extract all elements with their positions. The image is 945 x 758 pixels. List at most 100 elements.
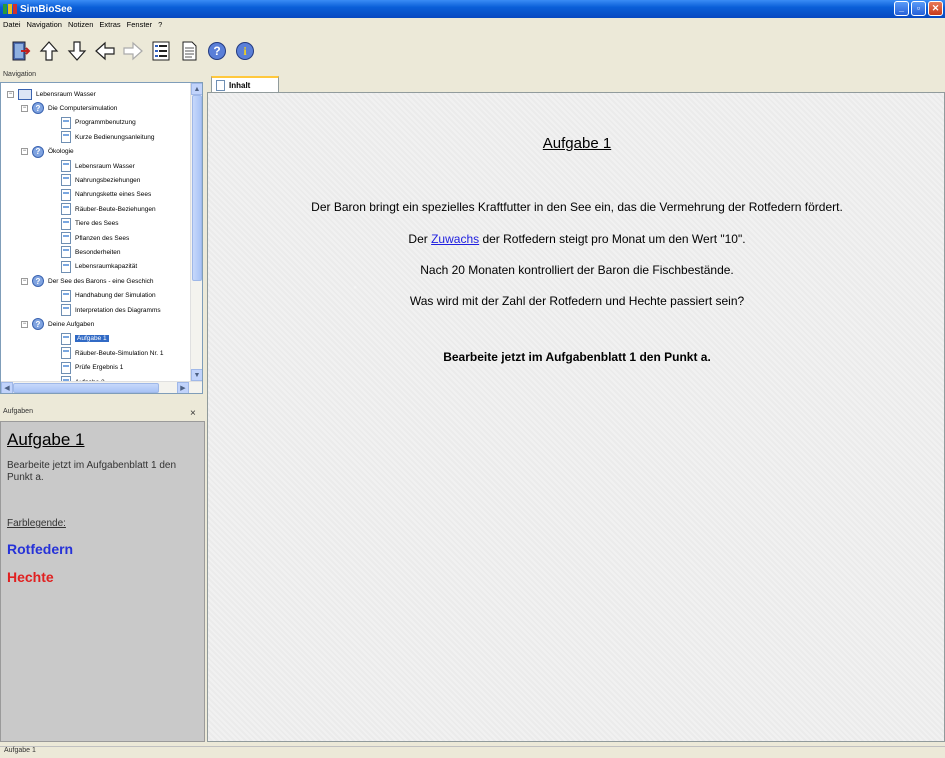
- tree-vertical-scrollbar[interactable]: ▲ ▼: [190, 83, 202, 381]
- tree-item[interactable]: Interpretation des Diagramms: [61, 303, 161, 317]
- tree-item[interactable]: Nahrungsbeziehungen: [61, 173, 140, 187]
- page-icon: [216, 80, 225, 91]
- tree-item[interactable]: Nahrungskette eines Sees: [61, 188, 151, 202]
- collapse-icon[interactable]: −: [21, 104, 28, 112]
- page-icon: [61, 246, 71, 259]
- collapse-icon[interactable]: −: [21, 320, 28, 328]
- up-button[interactable]: [38, 38, 60, 64]
- page-icon: [61, 289, 71, 302]
- menu-notizen[interactable]: Notizen: [68, 20, 93, 29]
- tree-item-label: Die Computersimulation: [48, 104, 118, 112]
- tree-item[interactable]: Pflanzen des Sees: [61, 231, 129, 245]
- tree-item-label: Der See des Barons - eine Geschich: [48, 277, 154, 285]
- scroll-right-button[interactable]: ▶: [177, 382, 189, 393]
- menu-fenster[interactable]: Fenster: [127, 20, 152, 29]
- tree-item[interactable]: Aufgabe 1: [61, 332, 109, 346]
- collapse-icon[interactable]: −: [21, 148, 28, 156]
- outline-button[interactable]: [150, 38, 172, 64]
- tree-item-label: Lebensraum Wasser: [75, 162, 135, 170]
- scroll-down-button[interactable]: ▼: [191, 369, 202, 381]
- content-pane: Aufgabe 1 Der Baron bringt ein spezielle…: [207, 92, 945, 742]
- tree-item-label: Deine Aufgaben: [48, 320, 95, 328]
- tree-item-label: Handhabung der Simulation: [75, 292, 156, 300]
- maximize-button[interactable]: ▫: [911, 1, 926, 16]
- tree-item[interactable]: Lebensraum Wasser: [61, 159, 135, 173]
- content-line-2-start: Der: [408, 232, 432, 246]
- collapse-icon[interactable]: −: [21, 277, 28, 285]
- arrow-right-icon: [123, 41, 143, 61]
- tree-chapter[interactable]: − Lebensraum Wasser: [7, 87, 96, 101]
- scroll-left-button[interactable]: ◀: [1, 382, 13, 393]
- tasks-panel: Aufgabe 1 Bearbeite jetzt im Aufgabenbla…: [0, 421, 205, 742]
- tree-chapter[interactable]: −? Deine Aufgaben: [21, 317, 94, 331]
- page-button[interactable]: [178, 38, 200, 64]
- collapse-icon[interactable]: −: [7, 90, 14, 98]
- zuwachs-link[interactable]: Zuwachs: [431, 232, 479, 246]
- tree-item[interactable]: Räuber-Beute-Simulation Nr. 1: [61, 346, 164, 360]
- status-bar: Aufgabe 1: [0, 746, 945, 758]
- info-button[interactable]: i: [234, 38, 256, 64]
- tree-item[interactable]: Prüfe Ergebnis 1: [61, 361, 123, 375]
- page-icon: [61, 174, 71, 187]
- tree-item[interactable]: Räuber-Beute-Beziehungen: [61, 202, 156, 216]
- page-icon: [61, 332, 71, 345]
- exit-button[interactable]: [10, 38, 32, 64]
- tree-horizontal-scrollbar[interactable]: ◀ ▶: [1, 381, 202, 393]
- info-icon: i: [236, 42, 254, 60]
- svg-text:?: ?: [213, 44, 220, 58]
- menu-extras[interactable]: Extras: [99, 20, 120, 29]
- page-icon: [61, 260, 71, 273]
- chapter-icon: ?: [32, 318, 44, 331]
- tree-item-label: Ökologie: [48, 148, 74, 156]
- tree-item[interactable]: Handhabung der Simulation: [61, 289, 156, 303]
- tree-item-label: Aufgabe 1: [75, 335, 109, 343]
- title-bar: SimBioSee _ ▫ ✕: [0, 0, 945, 18]
- tree-item[interactable]: Besonderheiten: [61, 245, 121, 259]
- book-icon: [18, 88, 32, 100]
- menu-datei[interactable]: Datei: [3, 20, 21, 29]
- tree-item-label: Lebensraum Wasser: [36, 90, 96, 98]
- scroll-thumb[interactable]: [192, 95, 202, 281]
- menu-navigation[interactable]: Navigation: [27, 20, 62, 29]
- tree-item-label: Lebensraumkapazität: [75, 263, 138, 271]
- legend-label: Farblegende:: [7, 518, 66, 529]
- help-button[interactable]: ?: [206, 38, 228, 64]
- tree-chapter[interactable]: −? Ökologie: [21, 145, 74, 159]
- tree-item[interactable]: Tiere des Sees: [61, 217, 118, 231]
- tree-item-label: Prüfe Ergebnis 1: [75, 364, 124, 372]
- help-icon: ?: [208, 42, 226, 60]
- close-button[interactable]: ✕: [928, 1, 943, 16]
- tree-item-label: Nahrungskette eines Sees: [75, 191, 152, 199]
- scroll-up-button[interactable]: ▲: [191, 83, 202, 95]
- tree-item-label: Kurze Bedienungsanleitung: [75, 133, 155, 141]
- tree-item-label: Besonderheiten: [75, 248, 121, 256]
- tree-chapter[interactable]: −? Die Computersimulation: [21, 101, 117, 115]
- content-title: Aufgabe 1: [542, 135, 612, 152]
- back-button[interactable]: [94, 38, 116, 64]
- tree-item-label: Räuber-Beute-Simulation Nr. 1: [75, 349, 164, 357]
- tasks-text: Bearbeite jetzt im Aufgabenblatt 1 den P…: [7, 460, 177, 483]
- tasks-close-icon[interactable]: ×: [190, 408, 196, 419]
- tab-inhalt[interactable]: Inhalt: [211, 76, 279, 93]
- tasks-title: Aufgabe 1: [7, 430, 85, 449]
- app-icon: [3, 4, 17, 14]
- tree-item-label: Tiere des Sees: [75, 220, 119, 228]
- legend-hechte: Hechte: [7, 569, 54, 585]
- outline-icon: [152, 41, 170, 61]
- tab-label: Inhalt: [229, 81, 251, 90]
- tree-item[interactable]: Kurze Bedienungsanleitung: [61, 130, 155, 144]
- minimize-button[interactable]: _: [894, 1, 909, 16]
- down-button[interactable]: [66, 38, 88, 64]
- menu-help[interactable]: ?: [158, 20, 162, 29]
- tree-item-label: Programmbenutzung: [75, 119, 136, 127]
- arrow-down-icon: [67, 41, 87, 61]
- content-line-3: Nach 20 Monaten kontrolliert der Baron d…: [420, 263, 734, 277]
- tree-item[interactable]: Lebensraumkapazität: [61, 260, 137, 274]
- tree-item[interactable]: Programmbenutzung: [61, 116, 136, 130]
- hscroll-thumb[interactable]: [13, 383, 159, 393]
- tree-item-label: Pflanzen des Sees: [75, 234, 130, 242]
- content-line-2: Der Zuwachs der Rotfedern steigt pro Mon…: [208, 232, 945, 246]
- tree-chapter[interactable]: −? Der See des Barons - eine Geschich: [21, 274, 154, 288]
- page-icon: [61, 232, 71, 244]
- forward-button[interactable]: [122, 38, 144, 64]
